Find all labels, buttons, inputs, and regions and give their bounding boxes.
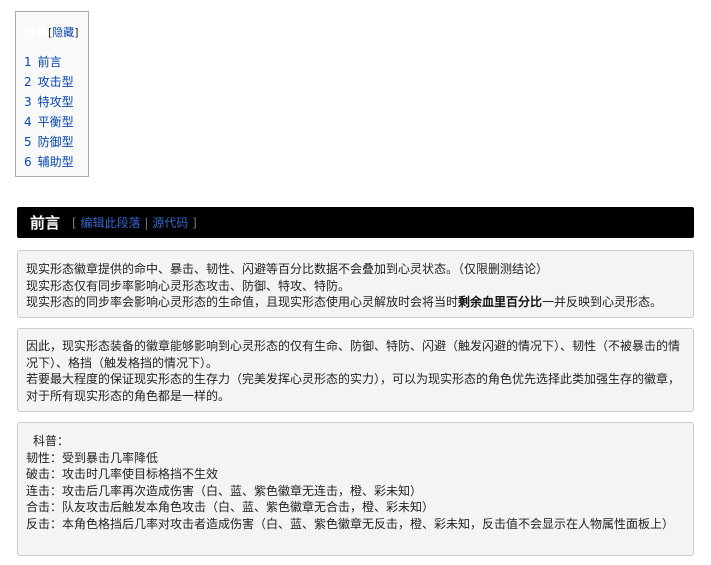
toc-item-preface[interactable]: 1 前言 [24, 54, 88, 74]
glossary-item: 韧性：受到暴击几率降低 [26, 450, 159, 465]
toc-item-label[interactable]: 辅助型 [38, 155, 74, 169]
toc-item-number: 5 [24, 135, 32, 149]
view-source-link[interactable]: 源代码 [152, 216, 188, 230]
toc-hide-link[interactable]: 隐藏 [52, 26, 74, 39]
toc-item-support[interactable]: 6 辅助型 [24, 154, 88, 174]
toc-item-label[interactable]: 攻击型 [38, 75, 74, 89]
toc-title: 目录 [24, 26, 48, 38]
table-of-contents: 目录[隐藏] 1 前言 2 攻击型 3 特攻型 4 平衡型 5 防御型 6 辅助型 [15, 11, 89, 177]
toc-item-number: 3 [24, 95, 32, 109]
toc-item-number: 4 [24, 115, 32, 129]
glossary-item: 反击：本角色格挡后几率对攻击者造成伤害（白、蓝、紫色徽章无反击，橙、彩未知，反击… [26, 516, 675, 531]
paragraph-line: 现实形态仅有同步率影响心灵形态攻击、防御、特攻、特防。 [26, 278, 351, 293]
toc-item-label[interactable]: 防御型 [38, 135, 74, 149]
edit-separator: | [144, 216, 149, 230]
toc-toggle-close-bracket: ] [74, 26, 79, 39]
glossary-item: 连击：攻击后几率再次造成伤害（白、蓝、紫色徽章无连击，橙、彩未知） [26, 483, 423, 498]
edit-section-link[interactable]: 编辑此段落 [81, 216, 141, 230]
toc-item-label[interactable]: 前言 [38, 55, 62, 69]
toc-item-attack[interactable]: 2 攻击型 [24, 74, 88, 94]
toc-item-balanced[interactable]: 4 平衡型 [24, 114, 88, 134]
toc-item-number: 1 [24, 55, 32, 69]
toc-item-label[interactable]: 特攻型 [38, 95, 74, 109]
glossary-item: 破击：攻击时几率使目标格挡不生效 [26, 467, 219, 481]
toc-toggle: [隐藏] [48, 26, 79, 39]
paragraph-line: 现实形态徽章提供的命中、暴击、韧性、闪避等百分比数据不会叠加到心灵状态。（仅限删… [26, 262, 549, 276]
paragraph-line: 因此，现实形态装备的徽章能够影响到心灵形态的仅有生命、防御、特防、闪避（触发闪避… [26, 339, 681, 353]
bold-text: 剩余血里百分比 [458, 295, 543, 309]
toc-item-special-attack[interactable]: 3 特攻型 [24, 94, 88, 114]
edit-open-bracket: [ [72, 216, 77, 230]
text-span: 一并反映到心灵形态。 [542, 295, 663, 309]
edit-close-bracket: ] [192, 216, 197, 230]
paragraph-line: 现实形态的同步率会影响心灵形态的生命值，且现实形态使用心灵解放时会将当时剩余血里… [26, 294, 685, 311]
paragraph-line: 若要最大程度的保证现实形态的生存力（完美发挥心灵形态的实力），可以为现实形态的角… [26, 372, 681, 386]
text-span: 现实形态的同步率会影响心灵形态的生命值，且现实形态使用心灵解放时会将当时 [26, 295, 459, 309]
info-box-badge-effects: 因此，现实形态装备的徽章能够影响到心灵形态的仅有生命、防御、特防、闪避（触发闪避… [17, 328, 694, 412]
toc-item-defense[interactable]: 5 防御型 [24, 134, 88, 154]
section-edit-links: [ 编辑此段落 | 源代码 ] [72, 214, 197, 231]
paragraph-line: 对于所有现实形态的角色都是一样的。 [26, 388, 231, 403]
glossary-title: 科普： [33, 434, 70, 448]
toc-list: 1 前言 2 攻击型 3 特攻型 4 平衡型 5 防御型 6 辅助型 [24, 54, 88, 174]
toc-item-label[interactable]: 平衡型 [38, 115, 74, 129]
glossary-item: 合击：队友攻击后触发本角色攻击（白、蓝、紫色徽章无合击，橙、彩未知） [26, 500, 435, 514]
paragraph-line: 况下）、格挡（触发格挡的情况下）。 [26, 355, 219, 370]
info-box-state-notes: 现实形态徽章提供的命中、暴击、韧性、闪避等百分比数据不会叠加到心灵状态。（仅限删… [17, 250, 694, 318]
section-header-preface: 前言 [ 编辑此段落 | 源代码 ] [17, 207, 694, 238]
section-title: 前言 [30, 214, 61, 232]
info-box-glossary: 科普： 韧性：受到暴击几率降低 破击：攻击时几率使目标格挡不生效 连击：攻击后几… [17, 422, 694, 556]
toc-item-number: 2 [24, 75, 32, 89]
toc-item-number: 6 [24, 155, 32, 169]
